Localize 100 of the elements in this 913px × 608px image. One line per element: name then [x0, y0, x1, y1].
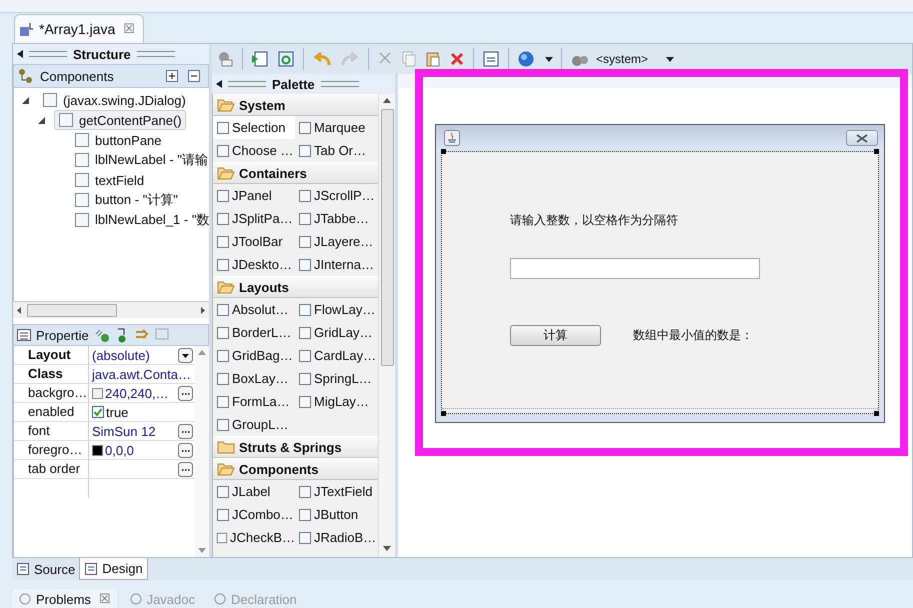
palette-item[interactable]: FormLa…: [213, 390, 295, 413]
view-icon: [128, 592, 143, 606]
document-icon: [84, 562, 98, 576]
tree-item[interactable]: (javax.swing.JDialog): [38, 90, 190, 110]
run-form-icon[interactable]: [251, 50, 269, 68]
palette-item[interactable]: BoxLay…: [213, 367, 295, 390]
tree-item[interactable]: buttonPane: [70, 130, 166, 150]
horizontal-scrollbar[interactable]: [13, 301, 209, 318]
property-value[interactable]: java.awt.Conta…: [92, 366, 191, 382]
prompt-label: 请输入整数，以空格作为分隔符: [510, 212, 678, 229]
selection-handle[interactable]: [441, 149, 446, 154]
palette-item[interactable]: GridBag…: [213, 344, 295, 367]
property-value[interactable]: 240,240,…: [105, 386, 169, 400]
component-icon: [216, 188, 230, 202]
tree-item[interactable]: getContentPane(): [54, 110, 186, 130]
palette-item[interactable]: SpringL…: [295, 367, 377, 390]
palette-item[interactable]: JInterna…: [295, 253, 377, 276]
palette-item[interactable]: JCombo…: [213, 503, 295, 526]
palette-item[interactable]: JRadioB…: [295, 526, 377, 549]
palette-item[interactable]: JButton: [295, 503, 377, 526]
tree-item[interactable]: lblNewLabel - "请输: [70, 149, 209, 171]
palette-item[interactable]: BorderL…: [213, 321, 295, 344]
editor-tab[interactable]: *Array1.java ☒: [14, 14, 144, 43]
property-value[interactable]: true: [106, 404, 128, 420]
checkbox[interactable]: [92, 406, 104, 418]
palette-item[interactable]: JTextField: [295, 480, 377, 503]
palette-item[interactable]: JScrollP…: [295, 184, 377, 207]
palette-item[interactable]: Choose …: [213, 139, 295, 162]
expand-arrow-icon[interactable]: [22, 96, 29, 104]
property-value[interactable]: SimSun 12: [92, 424, 156, 438]
component-icon: [298, 372, 312, 386]
folder-icon: [217, 166, 235, 180]
close-button[interactable]: [846, 130, 878, 146]
palette-item[interactable]: GridLay…: [295, 321, 377, 344]
ellipsis-button[interactable]: [178, 462, 193, 476]
close-icon[interactable]: ☒: [123, 21, 135, 37]
tree-item[interactable]: textField: [70, 170, 148, 190]
dropdown-button[interactable]: [178, 348, 193, 362]
palette-item[interactable]: JCheckB…: [213, 526, 295, 549]
component-icon: [298, 530, 312, 544]
scroll-left-icon[interactable]: [17, 306, 21, 314]
palette-group-header[interactable]: Layouts: [213, 276, 378, 298]
delete-icon[interactable]: [449, 50, 465, 68]
collapse-arrow-icon[interactable]: [17, 50, 23, 58]
tree-item[interactable]: button - "计算": [70, 189, 182, 211]
palette-item[interactable]: CardLay…: [295, 344, 377, 367]
component-icon: [74, 212, 90, 228]
palette-item[interactable]: JLayere…: [295, 230, 377, 253]
input-field[interactable]: [510, 258, 760, 279]
palette-item[interactable]: Absolut…: [213, 298, 295, 321]
palette-item[interactable]: Tab Or…: [295, 139, 377, 162]
form-icon[interactable]: [482, 50, 500, 68]
ellipsis-button[interactable]: [178, 386, 193, 400]
ellipsis-button[interactable]: [178, 442, 193, 458]
java-file-icon: [19, 21, 35, 37]
palette-item[interactable]: GroupL…: [213, 413, 295, 436]
java-cup-icon: [444, 130, 460, 146]
tree-item[interactable]: lblNewLabel_1 - "数: [70, 209, 209, 231]
property-value[interactable]: 0,0,0: [105, 442, 134, 458]
scroll-down-icon[interactable]: [383, 546, 391, 551]
palette-group-header[interactable]: Components: [213, 458, 378, 480]
palette-item[interactable]: JTabbe…: [295, 207, 377, 230]
palette-item[interactable]: JLabel: [213, 480, 295, 503]
palette-item[interactable]: MigLay…: [295, 390, 377, 413]
component-icon: [216, 348, 230, 362]
editor-mode-tab[interactable]: Design: [79, 558, 148, 580]
palette-item[interactable]: FlowLay…: [295, 298, 377, 321]
selection-handle[interactable]: [874, 149, 879, 154]
expand-all-icon[interactable]: [166, 70, 178, 82]
paste-icon[interactable]: [425, 50, 441, 68]
component-icon: [298, 326, 312, 340]
selection-handle[interactable]: [441, 411, 446, 416]
palette-group-header[interactable]: System: [213, 94, 378, 116]
palette-item[interactable]: Marquee: [295, 116, 377, 139]
collapse-all-icon[interactable]: [188, 70, 200, 82]
scroll-right-icon[interactable]: [201, 306, 205, 314]
tab-title: *Array1.java: [39, 21, 116, 37]
component-icon: [74, 132, 90, 148]
expand-arrow-icon[interactable]: [38, 116, 45, 124]
component-icon: [216, 372, 230, 386]
palette-group-header[interactable]: Containers: [213, 162, 378, 184]
palette-group-header[interactable]: Struts & Springs: [213, 436, 378, 458]
palette-item[interactable]: JSplitPa…: [213, 207, 295, 230]
folder-icon: [217, 280, 235, 294]
palette-item[interactable]: JPanel: [213, 184, 295, 207]
palette-item[interactable]: JDeskto…: [213, 253, 295, 276]
view-tab[interactable]: Problems ☒: [12, 589, 117, 608]
palette-item[interactable]: Selection: [213, 116, 295, 139]
vertical-scrollbar[interactable]: [378, 94, 395, 557]
collapse-arrow-icon[interactable]: [216, 80, 222, 88]
ellipsis-button[interactable]: [178, 424, 193, 438]
caret-icon[interactable]: [545, 56, 553, 62]
look-and-feel-dropdown[interactable]: <system>: [570, 51, 678, 67]
selection-handle[interactable]: [874, 411, 879, 416]
palette-item[interactable]: JToolBar: [213, 230, 295, 253]
scroll-up-icon[interactable]: [383, 98, 391, 103]
component-icon: [74, 152, 90, 168]
property-name: Class: [14, 365, 89, 384]
calculate-button[interactable]: 计算: [510, 325, 601, 346]
property-value[interactable]: (absolute): [92, 348, 150, 362]
